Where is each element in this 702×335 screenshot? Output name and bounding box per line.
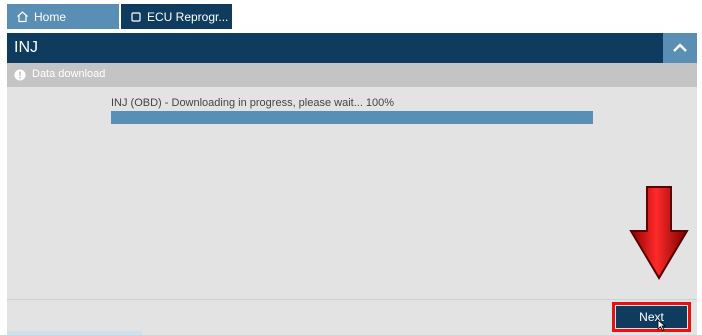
chevron-up-icon	[673, 43, 687, 52]
tab-ecu-reprogramming[interactable]: ECU Reprogr...	[121, 4, 245, 29]
info-icon	[14, 69, 26, 81]
chip-icon	[130, 10, 142, 24]
page-title: INJ	[14, 39, 38, 56]
tab-home-label: Home	[34, 9, 67, 24]
content-area: INJ (OBD) - Downloading in progress, ple…	[7, 87, 697, 299]
progress-bar	[111, 111, 593, 124]
section-header: Data download	[7, 63, 697, 87]
page-header: INJ	[7, 33, 697, 63]
collapse-button[interactable]	[663, 33, 697, 63]
footer-bar	[7, 299, 697, 335]
tab-home[interactable]: Home	[7, 4, 119, 29]
footer-accent	[7, 331, 142, 335]
section-label: Data download	[32, 68, 106, 80]
close-icon[interactable]	[234, 11, 246, 23]
red-down-arrow-icon	[629, 186, 689, 280]
tab-bar: Home ECU Reprogr...	[0, 0, 702, 33]
tab-ecu-label: ECU Reprogr...	[147, 9, 229, 24]
mouse-pointer-icon	[657, 319, 666, 331]
progress-bar-fill	[111, 111, 593, 124]
next-button[interactable]: Next	[616, 306, 687, 328]
progress-status-text: INJ (OBD) - Downloading in progress, ple…	[111, 97, 395, 109]
home-icon	[15, 10, 29, 24]
